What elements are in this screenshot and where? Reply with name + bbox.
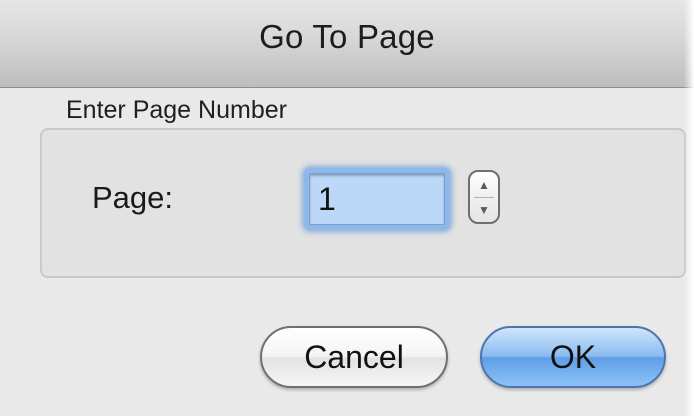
page-input-focus-ring: 1 — [304, 168, 450, 230]
ok-button[interactable]: OK — [480, 326, 666, 388]
stepper-up-icon[interactable]: ▲ — [470, 172, 498, 197]
go-to-page-dialog: Go To Page Enter Page Number Page: 1 ▲ ▼… — [0, 0, 694, 416]
title-bar[interactable]: Go To Page — [0, 0, 694, 88]
page-label: Page: — [92, 180, 174, 215]
page-number-input[interactable]: 1 — [309, 173, 445, 225]
cancel-button[interactable]: Cancel — [260, 326, 448, 388]
dialog-title: Go To Page — [259, 18, 435, 55]
stepper-down-icon[interactable]: ▼ — [470, 197, 498, 222]
page-stepper[interactable]: ▲ ▼ — [468, 170, 500, 224]
group-label: Enter Page Number — [66, 96, 287, 124]
